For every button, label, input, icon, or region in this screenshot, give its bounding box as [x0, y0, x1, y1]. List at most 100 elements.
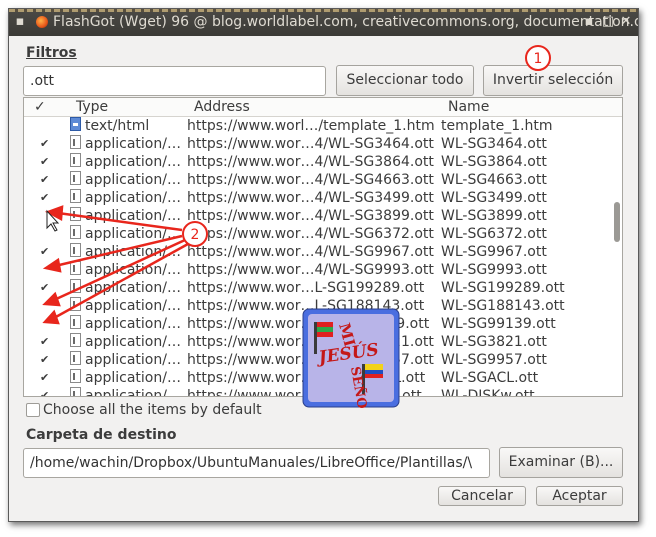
table-row[interactable]: ✔ application/… https://www.wor…4/WL-SG386…: [24, 153, 608, 171]
header-name[interactable]: Name: [448, 98, 489, 116]
document-icon: [70, 225, 81, 239]
row-type: application/…: [85, 388, 181, 397]
row-type: application/…: [85, 226, 181, 242]
document-icon: [70, 243, 81, 257]
document-icon: [70, 171, 81, 185]
select-all-button[interactable]: Seleccionar todo: [336, 65, 474, 96]
header-check[interactable]: ✓: [34, 98, 46, 116]
row-name: WL-SG199289.ott: [441, 280, 565, 296]
row-checkmark[interactable]: ✔: [40, 189, 49, 207]
table-row[interactable]: ✔ application/… https://www.wor…4/WL-SG996…: [24, 243, 608, 261]
header-address[interactable]: Address: [194, 98, 250, 116]
document-icon: [70, 207, 81, 221]
filters-label-text: Filtros: [26, 45, 77, 61]
row-name: template_1.htm: [441, 118, 553, 134]
row-address: https://www.wor…4/WL-SG4663.ott: [187, 172, 434, 188]
jesus-senor-logo: MI JESÚS SEÑOR: [302, 308, 400, 421]
filters-label: Filtros: [26, 45, 77, 61]
row-type: application/…: [85, 262, 181, 278]
minimize-icon[interactable]: ▪: [582, 15, 596, 29]
list-scrollbar[interactable]: [614, 202, 620, 242]
row-type: application/…: [85, 316, 181, 332]
row-name: WL-SG3499.ott: [441, 190, 547, 206]
filter-input[interactable]: .ott: [23, 66, 326, 96]
row-name: WL-SG3821.ott: [441, 334, 547, 350]
document-icon: [70, 189, 81, 203]
row-checkmark[interactable]: ✔: [40, 135, 49, 153]
destination-label: Carpeta de destino: [26, 427, 177, 443]
row-name: WL-SG188143.ott: [441, 298, 565, 314]
header-type[interactable]: Type: [76, 98, 108, 116]
window-title: FlashGot (Wget) 96 @ blog.worldlabel.com…: [53, 14, 639, 30]
choose-all-checkbox[interactable]: [26, 403, 40, 417]
table-row[interactable]: ✔ application/… https://www.wor…4/WL-SG466…: [24, 171, 608, 189]
table-row[interactable]: ✔ application/… https://www.wor…4/WL-SG349…: [24, 189, 608, 207]
row-address: https://www.wor…4/WL-SG6372.ott: [187, 226, 434, 242]
row-address: https://www.wor…4/WL-SG3464.ott: [187, 136, 434, 152]
table-row[interactable]: application/… https://www.wor…4/WL-SG9993…: [24, 261, 608, 279]
row-type: application/…: [85, 154, 181, 170]
row-address: https://www.wor…4/WL-SG9993.ott: [187, 262, 434, 278]
row-address: https://www.wor…L-SG199289.ott: [187, 280, 425, 296]
flashgot-dialog: ▪ FlashGot (Wget) 96 @ blog.worldlabel.c…: [8, 8, 639, 522]
row-type: application/…: [85, 280, 181, 296]
destination-input[interactable]: /home/wachin/Dropbox/UbuntuManuales/Libr…: [23, 448, 490, 478]
flashgot-app-icon: [36, 16, 48, 28]
row-checkmark[interactable]: ✔: [40, 171, 49, 189]
document-icon: [70, 261, 81, 275]
row-type: application/…: [85, 136, 181, 152]
html-file-icon: [70, 117, 81, 131]
row-checkmark[interactable]: ✔: [40, 369, 49, 387]
row-checkmark[interactable]: ✔: [40, 279, 49, 297]
row-name: WL-SG3899.ott: [441, 208, 547, 224]
row-type: application/…: [85, 334, 181, 350]
accept-button[interactable]: Aceptar: [536, 486, 623, 506]
maximize-icon[interactable]: □: [601, 15, 615, 29]
row-checkmark[interactable]: ✔: [40, 243, 49, 261]
document-icon: [70, 387, 81, 396]
document-icon: [70, 369, 81, 383]
close-icon[interactable]: ✕: [619, 15, 633, 29]
logo-graphic: MI JESÚS SEÑOR: [302, 308, 400, 421]
row-name: WL-SG3864.ott: [441, 154, 547, 170]
row-checkmark[interactable]: ✔: [40, 387, 49, 396]
row-type: application/…: [85, 172, 181, 188]
table-row[interactable]: ✔ application/… https://www.wor…4/WL-SG346…: [24, 135, 608, 153]
document-icon: [70, 333, 81, 347]
document-icon: [70, 153, 81, 167]
document-icon: [70, 135, 81, 149]
row-type: application/…: [85, 190, 181, 206]
window-menu-icon[interactable]: ▪: [13, 15, 27, 29]
table-row[interactable]: text/html https://www.worl…/template_1.ht…: [24, 117, 608, 135]
table-row[interactable]: ✔ application/… https://www.wor…L-SG199289…: [24, 279, 608, 297]
choose-all-label: Choose all the items by default: [43, 402, 262, 418]
table-row[interactable]: application/… https://www.wor…4/WL-SG3899…: [24, 207, 608, 225]
row-name: WL-SGACL.ott: [441, 370, 539, 386]
row-name: WL-SG99139.ott: [441, 316, 556, 332]
row-type: application/…: [85, 298, 181, 314]
row-address: https://www.worl…/template_1.htm: [187, 118, 435, 134]
title-bar-strip: [9, 9, 638, 12]
row-address: https://www.wor…4/WL-SG3499.ott: [187, 190, 434, 206]
row-name: WL-SG3464.ott: [441, 136, 547, 152]
row-name: WL-SG9957.ott: [441, 352, 547, 368]
row-type: application/…: [85, 370, 181, 386]
invert-selection-button[interactable]: Invertir selección: [483, 65, 623, 96]
row-checkmark[interactable]: ✔: [40, 333, 49, 351]
table-row[interactable]: application/… https://www.wor…4/WL-SG6372…: [24, 225, 608, 243]
row-checkmark[interactable]: ✔: [40, 153, 49, 171]
document-icon: [70, 297, 81, 311]
row-name: WL-DISKw.ott: [441, 388, 535, 397]
row-name: WL-SG6372.ott: [441, 226, 547, 242]
row-name: WL-SG4663.ott: [441, 172, 547, 188]
row-address: https://www.wor…4/WL-SG3864.ott: [187, 154, 434, 170]
title-bar: ▪ FlashGot (Wget) 96 @ blog.worldlabel.c…: [9, 9, 638, 36]
row-checkmark[interactable]: ✔: [40, 351, 49, 369]
cancel-button[interactable]: Cancelar: [438, 486, 526, 506]
browse-button[interactable]: Examinar (B)...: [499, 447, 623, 478]
document-icon: [70, 351, 81, 365]
document-icon: [70, 279, 81, 293]
row-address: https://www.wor…4/WL-SG3899.ott: [187, 208, 434, 224]
row-address: https://www.wor…4/WL-SG9967.ott: [187, 244, 434, 260]
row-name: WL-SG9993.ott: [441, 262, 547, 278]
